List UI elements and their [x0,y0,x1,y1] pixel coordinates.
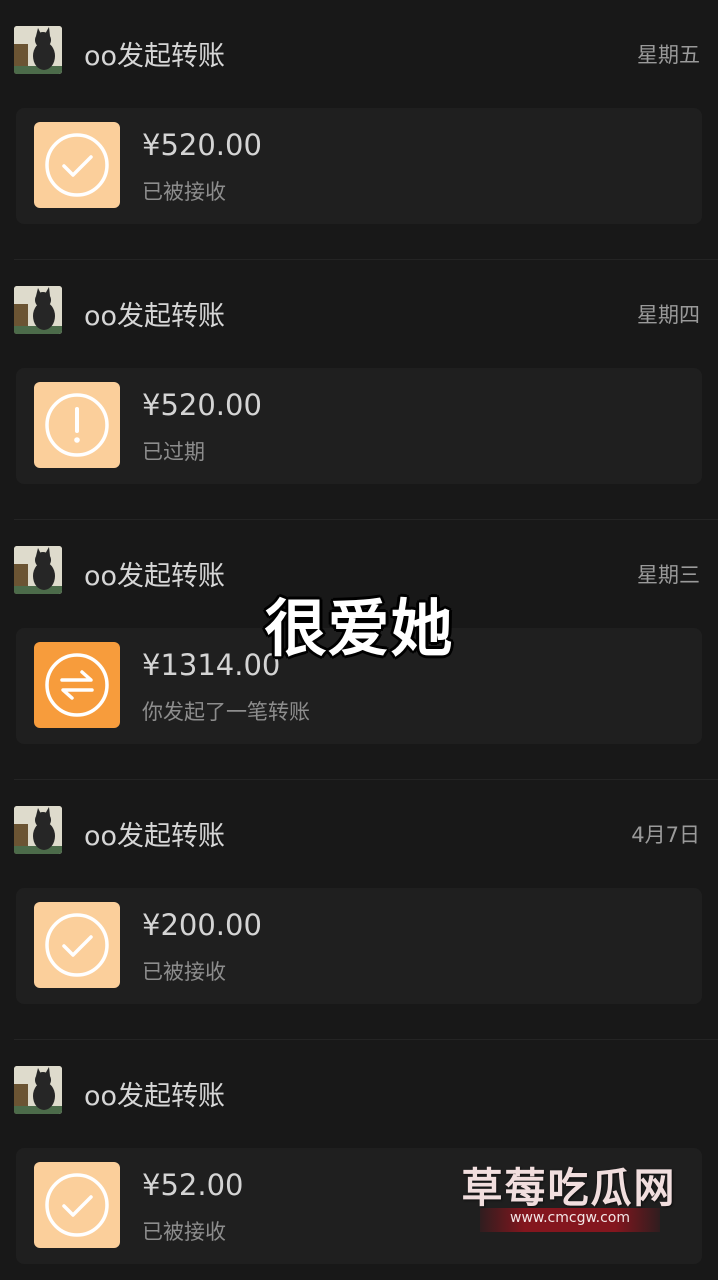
avatar[interactable] [14,286,62,334]
transfer-amount: ¥52.00 [142,1168,244,1202]
checkmark-circle-icon [34,902,120,988]
transfer-card[interactable]: ¥200.00 已被接收 [16,888,702,1004]
sender-name: oo发起转账 [84,301,226,332]
transfer-status: 已过期 [142,440,205,464]
sender-name: oo发起转账 [84,821,226,852]
transfer-card[interactable]: ¥520.00 已被接收 [16,108,702,224]
exclamation-circle-icon [34,382,120,468]
avatar[interactable] [14,26,62,74]
transfer-message[interactable]: oo发起转账 4月7日 ¥200.00 已被接收 [0,780,718,1040]
checkmark-circle-icon [34,122,120,208]
overlay-caption: 很爱她 [264,592,454,665]
avatar[interactable] [14,1066,62,1114]
transfer-message[interactable]: oo发起转账 星期四 ¥520.00 已过期 [0,260,718,520]
watermark-title: 草莓吃瓜网 [461,1164,677,1212]
transfer-status: 已被接收 [142,960,226,984]
watermark: 草莓吃瓜网 www.cmcgw.com [456,1150,682,1234]
transfer-status: 已被接收 [142,1220,226,1244]
transfer-status: 已被接收 [142,180,226,204]
checkmark-circle-icon [34,1162,120,1248]
message-date: 星期四 [637,303,700,327]
sender-name: oo发起转账 [84,41,226,72]
transfer-card[interactable]: ¥520.00 已过期 [16,368,702,484]
transfer-message[interactable]: oo发起转账 星期五 ¥520.00 已被接收 [0,0,718,260]
transfer-status: 你发起了一笔转账 [142,700,310,724]
transfer-amount: ¥200.00 [142,908,262,942]
avatar[interactable] [14,806,62,854]
watermark-url: www.cmcgw.com [510,1210,630,1226]
message-date: 星期五 [637,43,700,67]
message-header: oo发起转账 星期四 [0,286,718,336]
message-header: oo发起转账 [0,1066,718,1116]
sender-name: oo发起转账 [84,1081,226,1112]
transfer-amount: ¥520.00 [142,388,262,422]
message-header: oo发起转账 星期五 [0,26,718,76]
transfer-feed: oo发起转账 星期五 ¥520.00 已被接收 oo发起转账 星期四 ¥520.… [0,0,718,1280]
message-header: oo发起转账 4月7日 [0,806,718,856]
transfer-amount: ¥520.00 [142,128,262,162]
message-date: 4月7日 [631,823,700,847]
